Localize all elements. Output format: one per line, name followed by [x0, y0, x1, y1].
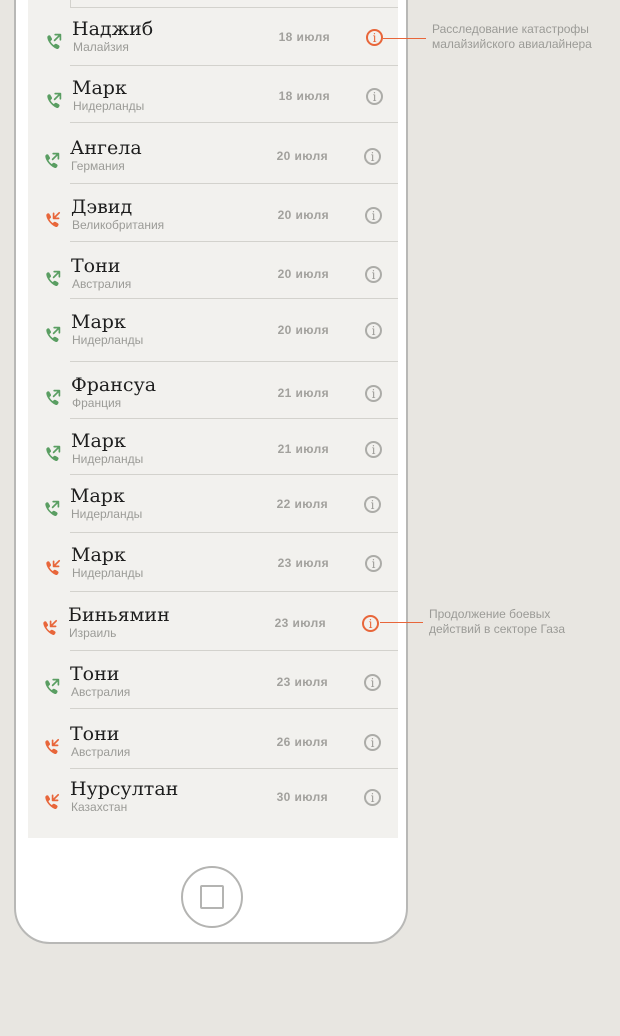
missed-call-icon [43, 210, 63, 230]
call-date: 21 июля [277, 386, 329, 400]
info-icon[interactable]: i [365, 322, 382, 339]
outgoing-call-icon [44, 32, 64, 52]
list-item[interactable]: Тони Австралия 26 июля i [28, 709, 398, 769]
list-item[interactable]: Марк Нидерланды 20 июля i [28, 299, 398, 362]
info-icon[interactable]: i [364, 734, 381, 751]
annotation-line: малайзийского авиалайнера [432, 37, 592, 51]
annotation-line: Продолжение боевых [429, 607, 551, 621]
call-date: 20 июля [277, 208, 329, 222]
info-icon[interactable]: i [365, 555, 382, 572]
call-date: 20 июля [277, 267, 329, 281]
missed-call-icon [42, 792, 62, 812]
call-date: 23 июля [274, 616, 326, 630]
call-date: 23 июля [276, 675, 328, 689]
call-date: 18 июля [278, 89, 330, 103]
list-item[interactable]: Тони Австралия 20 июля i [28, 242, 398, 299]
list-item[interactable]: Биньямин Израиль 23 июля i [28, 592, 398, 651]
call-history-list: Наджиб Малайзия 18 июля i Марк Нидерланды 18 и… [28, 0, 398, 838]
info-icon[interactable]: i [365, 441, 382, 458]
outgoing-call-icon [42, 499, 62, 519]
contact-name: Тони [71, 255, 121, 277]
contact-country: Казахстан [71, 800, 128, 814]
list-item[interactable]: Франсуа Франция 21 июля i [28, 362, 398, 419]
outgoing-call-icon [44, 91, 64, 111]
annotation-line: действий в секторе Газа [429, 622, 566, 636]
contact-name: Франсуа [71, 374, 157, 396]
contact-name: Тони [70, 663, 120, 685]
home-button[interactable] [181, 866, 243, 928]
call-date: 20 июля [277, 323, 329, 337]
info-icon[interactable]: i [364, 789, 381, 806]
list-item[interactable]: Нурсултан Казахстан 30 июля i [28, 769, 398, 838]
list-item[interactable]: Ангела Германия 20 июля i [28, 123, 398, 184]
contact-country: Франция [72, 396, 122, 410]
call-date: 23 июля [277, 556, 329, 570]
info-icon[interactable]: i [365, 385, 382, 402]
contact-name: Дэвид [71, 196, 133, 218]
contact-name: Биньямин [68, 604, 170, 626]
call-date: 20 июля [276, 149, 328, 163]
contact-country: Нидерланды [72, 452, 144, 466]
contact-country: Нидерланды [72, 333, 144, 347]
annotation-note: Расследование катастрофы малайзийского ав… [432, 22, 592, 52]
info-icon[interactable]: i [366, 88, 383, 105]
contact-country: Австралия [72, 277, 132, 291]
contact-name: Наджиб [72, 18, 154, 40]
contact-country: Нидерланды [72, 566, 144, 580]
contact-country: Израиль [69, 626, 117, 640]
contact-name: Марк [71, 311, 126, 333]
callout-line [383, 38, 426, 39]
outgoing-call-icon [42, 677, 62, 697]
list-item[interactable]: Тони Австралия 23 июля i [28, 651, 398, 709]
list-item[interactable]: Наджиб Малайзия 18 июля i [28, 8, 398, 66]
divider [70, 0, 71, 7]
list-item[interactable]: Дэвид Великобритания 20 июля i [28, 184, 398, 242]
info-icon[interactable]: i [364, 674, 381, 691]
info-icon[interactable]: i [366, 29, 383, 46]
info-icon[interactable]: i [365, 207, 382, 224]
contact-name: Ангела [70, 137, 142, 159]
outgoing-call-icon [42, 151, 62, 171]
contact-country: Великобритания [72, 218, 165, 232]
missed-call-icon [43, 558, 63, 578]
contact-name: Тони [70, 723, 120, 745]
list-item[interactable]: Марк Нидерланды 21 июля i [28, 419, 398, 475]
outgoing-call-icon [43, 388, 63, 408]
contact-country: Германия [71, 159, 125, 173]
info-icon[interactable]: i [364, 496, 381, 513]
call-date: 22 июля [276, 497, 328, 511]
list-item[interactable]: Марк Нидерланды 18 июля i [28, 66, 398, 123]
outgoing-call-icon [43, 444, 63, 464]
contact-name: Марк [70, 485, 125, 507]
contact-country: Австралия [71, 685, 131, 699]
contact-name: Марк [71, 430, 126, 452]
contact-name: Марк [72, 77, 127, 99]
call-date: 21 июля [277, 442, 329, 456]
home-square-icon [200, 885, 224, 909]
missed-call-icon [42, 737, 62, 757]
callout-line [380, 622, 423, 623]
annotation-line: Расследование катастрофы [432, 22, 589, 36]
missed-call-icon [40, 618, 60, 638]
outgoing-call-icon [43, 325, 63, 345]
contact-country: Австралия [71, 745, 131, 759]
contact-name: Нурсултан [70, 778, 179, 800]
call-date: 18 июля [278, 30, 330, 44]
contact-country: Малайзия [73, 40, 129, 54]
contact-country: Нидерланды [71, 507, 143, 521]
contact-name: Марк [71, 544, 126, 566]
annotation-note: Продолжение боевых действий в секторе Газ… [429, 607, 565, 637]
call-date: 26 июля [276, 735, 328, 749]
info-icon[interactable]: i [362, 615, 379, 632]
info-icon[interactable]: i [364, 148, 381, 165]
contact-country: Нидерланды [73, 99, 145, 113]
info-icon[interactable]: i [365, 266, 382, 283]
call-date: 30 июля [276, 790, 328, 804]
list-item[interactable]: Марк Нидерланды 22 июля i [28, 475, 398, 533]
outgoing-call-icon [43, 269, 63, 289]
list-item[interactable]: Марк Нидерланды 23 июля i [28, 533, 398, 592]
